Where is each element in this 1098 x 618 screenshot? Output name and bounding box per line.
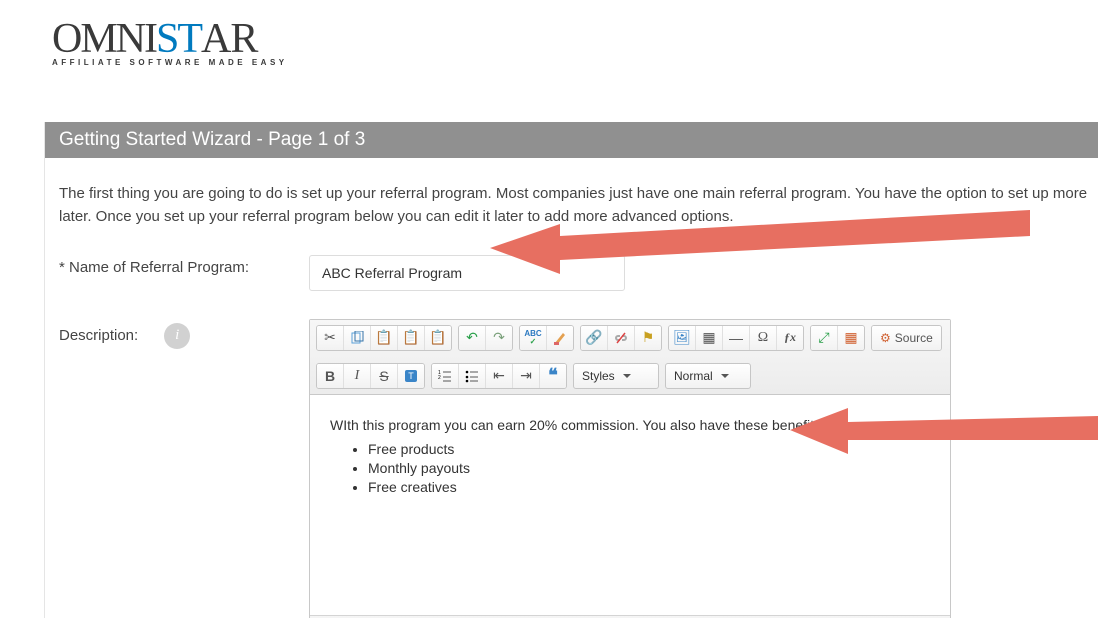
list-item: Monthly payouts — [368, 460, 930, 476]
maximize-icon[interactable]: ⤢ — [811, 326, 838, 350]
image-icon[interactable]: 🖼 — [669, 326, 696, 350]
logo-word-st: ST — [156, 16, 201, 62]
svg-text:2: 2 — [438, 375, 441, 381]
chevron-down-icon — [623, 374, 631, 378]
panel-title: Getting Started Wizard - Page 1 of 3 — [45, 122, 1098, 158]
table-icon[interactable]: ▦ — [696, 326, 723, 350]
paste-word-icon[interactable]: 📋 — [425, 326, 451, 350]
field-row-description: Description: i ✂ 📋 📋 📋 — [59, 319, 1098, 618]
editor-content-area[interactable]: WIth this program you can earn 20% commi… — [310, 395, 950, 616]
description-label: Description: — [59, 327, 138, 344]
list-item: Free creatives — [368, 479, 930, 495]
list-item: Free products — [368, 441, 930, 457]
referral-program-name-input[interactable] — [309, 255, 625, 291]
unordered-list-icon[interactable] — [459, 364, 486, 388]
remove-format-icon[interactable] — [547, 326, 573, 350]
intro-text: The first thing you are going to do is s… — [59, 182, 1098, 229]
chevron-down-icon — [721, 374, 729, 378]
wizard-panel: Getting Started Wizard - Page 1 of 3 The… — [44, 122, 1098, 618]
styles-dropdown[interactable]: Styles — [573, 363, 659, 389]
logo-tagline: AFFILIATE SOFTWARE MADE EASY — [52, 60, 288, 67]
editor-toolbar: ✂ 📋 📋 📋 ↶ ↷ ABC✓ — [310, 320, 950, 395]
app-viewport: OMNISTAR AFFILIATE SOFTWARE MADE EASY Ge… — [0, 0, 1098, 618]
anchor-icon[interactable]: ⚑ — [635, 326, 661, 350]
horizontal-rule-icon[interactable]: — — [723, 326, 750, 350]
special-char-icon[interactable]: Ω — [750, 326, 777, 350]
undo-icon[interactable]: ↶ — [459, 326, 486, 350]
info-icon[interactable]: i — [164, 323, 190, 349]
cut-icon[interactable]: ✂ — [317, 326, 344, 350]
format-dropdown[interactable]: Normal — [665, 363, 751, 389]
unlink-icon[interactable] — [608, 326, 635, 350]
outdent-icon[interactable]: ⇤ — [486, 364, 513, 388]
link-icon[interactable]: 🔗 — [581, 326, 608, 350]
field-row-name: * Name of Referral Program: — [59, 255, 1098, 291]
editor-bullet-list: Free products Monthly payouts Free creat… — [368, 441, 930, 495]
clear-format-icon[interactable]: T — [398, 364, 424, 388]
copy-icon[interactable] — [344, 326, 371, 350]
math-fx-icon[interactable]: ƒx — [777, 326, 803, 350]
paste-text-icon[interactable]: 📋 — [398, 326, 425, 350]
indent-icon[interactable]: ⇥ — [513, 364, 540, 388]
spellcheck-icon[interactable]: ABC✓ — [520, 326, 547, 350]
name-label: * Name of Referral Program: — [59, 255, 309, 276]
bold-icon[interactable]: B — [317, 364, 344, 388]
rich-text-editor: ✂ 📋 📋 📋 ↶ ↷ ABC✓ — [309, 319, 951, 618]
ordered-list-icon[interactable]: 12 — [432, 364, 459, 388]
editor-paragraph: WIth this program you can earn 20% commi… — [330, 417, 930, 433]
brand-logo: OMNISTAR AFFILIATE SOFTWARE MADE EASY — [52, 22, 288, 66]
paste-icon[interactable]: 📋 — [371, 326, 398, 350]
redo-icon[interactable]: ↷ — [486, 326, 512, 350]
italic-icon[interactable]: I — [344, 364, 371, 388]
source-button[interactable]: ⚙Source — [872, 326, 941, 350]
show-blocks-icon[interactable]: ▦ — [838, 326, 864, 350]
logo-word-ar: AR — [201, 16, 257, 62]
panel-body: The first thing you are going to do is s… — [45, 158, 1098, 618]
blockquote-icon[interactable]: ❝ — [540, 364, 566, 388]
strikethrough-icon[interactable]: S — [371, 364, 398, 388]
logo-word-omni: OMNI — [52, 16, 156, 62]
